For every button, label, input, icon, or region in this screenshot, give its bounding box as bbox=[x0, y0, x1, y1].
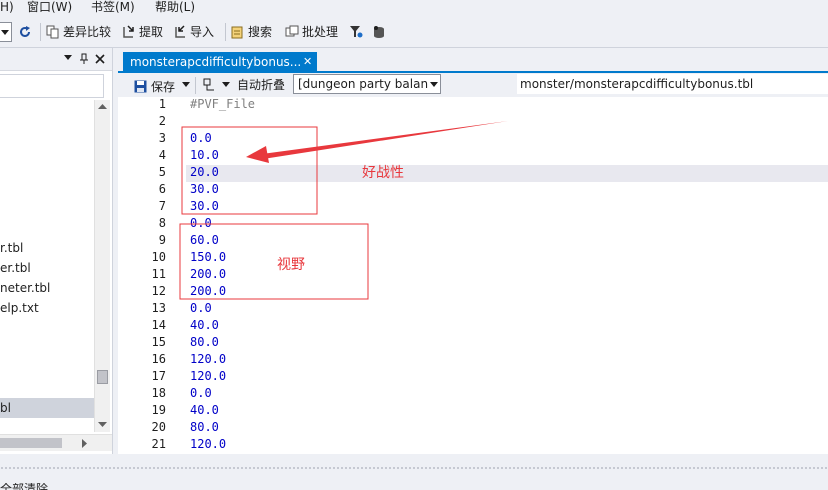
clear-all-label[interactable]: 全部清除 bbox=[0, 483, 48, 490]
bottom-panel: 全部清除 bbox=[0, 454, 828, 490]
annotation-overlay bbox=[179, 121, 508, 300]
annotation-label-aggression: 好战性 bbox=[362, 165, 404, 181]
annotation-label-vision: 视野 bbox=[277, 257, 305, 273]
annotation-box-aggression bbox=[181, 126, 318, 215]
splitter-grip[interactable] bbox=[0, 466, 828, 471]
annotation-box-vision bbox=[179, 223, 369, 300]
annotation-arrow-head bbox=[246, 146, 269, 163]
